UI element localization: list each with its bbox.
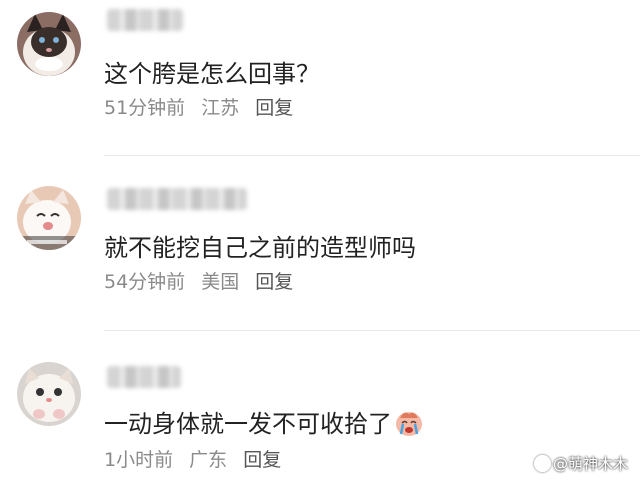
cat-avatar-siamese-icon: [17, 12, 81, 76]
comment-text-content: 一动身体就一发不可收拾了: [104, 410, 392, 438]
comment-time: 54分钟前: [104, 271, 186, 293]
cat-avatar-white-icon: [17, 186, 81, 250]
comment-location: 美国: [201, 271, 240, 293]
avatar[interactable]: [17, 362, 81, 426]
comment-meta: 1小时前 广东 回复: [104, 447, 291, 473]
avatar[interactable]: [17, 186, 81, 250]
comment-text: 一动身体就一发不可收拾了: [104, 408, 424, 446]
watermark-text: @萌神木木: [552, 455, 628, 473]
comment-location: 江苏: [201, 97, 240, 119]
comment-location: 广东: [189, 449, 228, 471]
username[interactable]: [107, 9, 183, 31]
comment-text: 这个胯是怎么回事？: [104, 60, 320, 88]
username[interactable]: [107, 188, 247, 210]
watermark-logo-icon: [533, 455, 551, 472]
reply-button[interactable]: 回复: [255, 97, 293, 119]
comment-meta: 51分钟前 江苏 回复: [104, 95, 303, 121]
divider: [104, 155, 640, 156]
username[interactable]: [107, 366, 181, 388]
divider: [104, 330, 640, 331]
comment-time: 1小时前: [104, 449, 174, 471]
watermark: @萌神木木: [533, 453, 628, 474]
crying-face-emoji-icon: [394, 408, 424, 446]
reply-button[interactable]: 回复: [243, 449, 281, 471]
comment-text: 就不能挖自己之前的造型师吗: [104, 234, 416, 262]
avatar[interactable]: [17, 12, 81, 76]
comment-time: 51分钟前: [104, 97, 186, 119]
reply-button[interactable]: 回复: [255, 271, 293, 293]
cat-avatar-kitten-icon: [17, 362, 81, 426]
comment-meta: 54分钟前 美国 回复: [104, 269, 303, 295]
